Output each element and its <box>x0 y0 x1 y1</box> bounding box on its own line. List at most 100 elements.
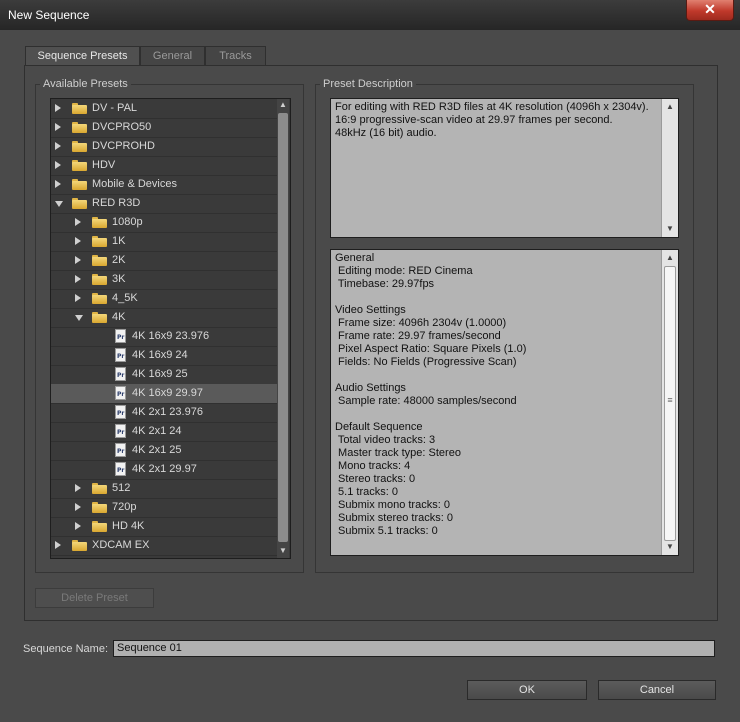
expand-right-arrow-icon[interactable] <box>55 123 61 131</box>
tab-sequence-presets[interactable]: Sequence Presets <box>25 46 140 67</box>
description-scrollbar[interactable]: ▲ ▼ <box>661 99 678 237</box>
scroll-up-arrow-icon[interactable]: ▲ <box>277 99 289 111</box>
description-line: For editing with RED R3D files at 4K res… <box>335 101 649 113</box>
description-textbox[interactable]: For editing with RED R3D files at 4K res… <box>330 98 679 238</box>
tree-folder-row[interactable]: 512 <box>51 479 277 499</box>
tree-folder-row[interactable]: RED R3D <box>51 194 277 214</box>
tree-preset-row[interactable]: Pr 4K 16x9 24 <box>51 346 277 366</box>
window-title: New Sequence <box>8 8 90 22</box>
available-presets-label: Available Presets <box>40 78 131 90</box>
scroll-down-arrow-icon[interactable]: ▼ <box>662 221 678 237</box>
tree-folder-row[interactable]: 1K <box>51 232 277 252</box>
preset-file-icon: Pr <box>115 329 126 343</box>
details-line: Audio Settings <box>335 382 406 394</box>
ok-button[interactable]: OK <box>467 680 587 700</box>
details-line: 5.1 tracks: 0 <box>335 486 398 498</box>
details-line: Fields: No Fields (Progressive Scan) <box>335 356 517 368</box>
folder-icon <box>92 312 107 323</box>
folder-icon <box>92 293 107 304</box>
tree-row-label: DV - PAL <box>92 102 138 114</box>
tree-row-label: 4K 2x1 23.976 <box>132 406 203 418</box>
tree-folder-row[interactable]: 720p <box>51 498 277 518</box>
folder-icon <box>92 274 107 285</box>
tree-folder-row[interactable]: 1080p <box>51 213 277 233</box>
details-line: Video Settings <box>335 304 406 316</box>
tree-folder-row[interactable]: 4_5K <box>51 289 277 309</box>
tree-folder-row[interactable]: HDV <box>51 156 277 176</box>
tree-folder-row[interactable]: XDCAM EX <box>51 536 277 556</box>
tree-folder-row[interactable]: DVCPRO50 <box>51 118 277 138</box>
folder-icon <box>72 179 87 190</box>
expand-right-arrow-icon[interactable] <box>55 541 61 549</box>
sequence-name-label: Sequence Name: <box>23 643 108 655</box>
tree-row-label: 4K 2x1 25 <box>132 444 182 456</box>
tree-folder-row[interactable]: DV - PAL <box>51 99 277 119</box>
expand-right-arrow-icon[interactable] <box>55 180 61 188</box>
tree-folder-row[interactable]: 4K <box>51 308 277 328</box>
delete-preset-button[interactable]: Delete Preset <box>35 588 154 608</box>
presets-scroll-thumb[interactable] <box>278 113 288 542</box>
details-line: General <box>335 252 375 264</box>
details-scroll-thumb[interactable]: ≡ <box>664 266 676 541</box>
tree-preset-row[interactable]: Pr 4K 16x9 25 <box>51 365 277 385</box>
presets-scrollbar[interactable]: ▲ ▼ <box>277 99 289 558</box>
tree-preset-row[interactable]: Pr 4K 2x1 25 <box>51 441 277 461</box>
description-line: 16:9 progressive-scan video at 29.97 fra… <box>335 114 613 126</box>
tree-folder-row[interactable]: 3K <box>51 270 277 290</box>
tree-row-label: 720p <box>112 501 137 513</box>
expand-right-arrow-icon[interactable] <box>75 294 81 302</box>
scroll-grip-icon: ≡ <box>667 395 673 405</box>
tree-row-label: XDCAM EX <box>92 539 150 551</box>
expand-down-arrow-icon[interactable] <box>75 315 83 321</box>
folder-icon <box>92 217 107 228</box>
expand-right-arrow-icon[interactable] <box>75 256 81 264</box>
expand-right-arrow-icon[interactable] <box>55 161 61 169</box>
details-textbox[interactable]: General Editing mode: RED Cinema Timebas… <box>330 249 679 556</box>
tree-row-label: DVCPROHD <box>92 140 155 152</box>
preset-file-icon: Pr <box>115 462 126 476</box>
presets-tree[interactable]: DV - PAL DVCPRO50 DVCPROHD HDV Mobile & Devi… <box>50 98 291 559</box>
details-line: Total video tracks: 3 <box>335 434 436 446</box>
details-line: Submix 5.1 tracks: 0 <box>335 525 438 537</box>
expand-right-arrow-icon[interactable] <box>75 218 81 226</box>
tree-row-label: RED R3D <box>92 197 141 209</box>
tree-row-label: Mobile & Devices <box>92 178 177 190</box>
preset-description-label: Preset Description <box>320 78 416 90</box>
expand-right-arrow-icon[interactable] <box>75 275 81 283</box>
folder-icon <box>72 540 87 551</box>
tree-row-label: 4K 2x1 24 <box>132 425 182 437</box>
tree-folder-row[interactable]: DVCPROHD <box>51 137 277 157</box>
preset-file-icon: Pr <box>115 443 126 457</box>
scroll-up-arrow-icon[interactable]: ▲ <box>662 250 678 266</box>
tree-folder-row[interactable]: Mobile & Devices <box>51 175 277 195</box>
expand-down-arrow-icon[interactable] <box>55 201 63 207</box>
expand-right-arrow-icon[interactable] <box>75 503 81 511</box>
tree-row-label: 1080p <box>112 216 143 228</box>
tree-preset-row[interactable]: Pr 4K 2x1 24 <box>51 422 277 442</box>
cancel-button[interactable]: Cancel <box>598 680 716 700</box>
expand-right-arrow-icon[interactable] <box>75 237 81 245</box>
details-line: Timebase: 29.97fps <box>335 278 435 290</box>
expand-right-arrow-icon[interactable] <box>75 484 81 492</box>
tab-general[interactable]: General <box>140 46 205 66</box>
close-button[interactable]: ✕ <box>686 0 734 21</box>
tree-folder-row[interactable]: 2K <box>51 251 277 271</box>
scroll-up-arrow-icon[interactable]: ▲ <box>662 99 678 115</box>
tree-folder-row[interactable]: HD 4K <box>51 517 277 537</box>
tree-preset-row[interactable]: Pr 4K 16x9 23.976 <box>51 327 277 347</box>
tree-row-label: 3K <box>112 273 126 285</box>
scroll-down-arrow-icon[interactable]: ▼ <box>662 539 678 555</box>
expand-right-arrow-icon[interactable] <box>55 142 61 150</box>
tree-preset-row[interactable]: Pr 4K 2x1 29.97 <box>51 460 277 480</box>
new-sequence-dialog: New Sequence ✕ Sequence Presets General … <box>0 0 740 722</box>
folder-icon <box>72 160 87 171</box>
expand-right-arrow-icon[interactable] <box>75 522 81 530</box>
expand-right-arrow-icon[interactable] <box>55 104 61 112</box>
tab-tracks[interactable]: Tracks <box>205 46 266 66</box>
scroll-down-arrow-icon[interactable]: ▼ <box>277 545 289 557</box>
sequence-name-input[interactable] <box>113 640 715 657</box>
title-bar: New Sequence ✕ <box>0 0 740 30</box>
tree-preset-row[interactable]: Pr 4K 2x1 23.976 <box>51 403 277 423</box>
tree-preset-row[interactable]: Pr 4K 16x9 29.97 <box>51 384 277 404</box>
details-scrollbar[interactable]: ▲ ≡ ▼ <box>661 250 678 555</box>
